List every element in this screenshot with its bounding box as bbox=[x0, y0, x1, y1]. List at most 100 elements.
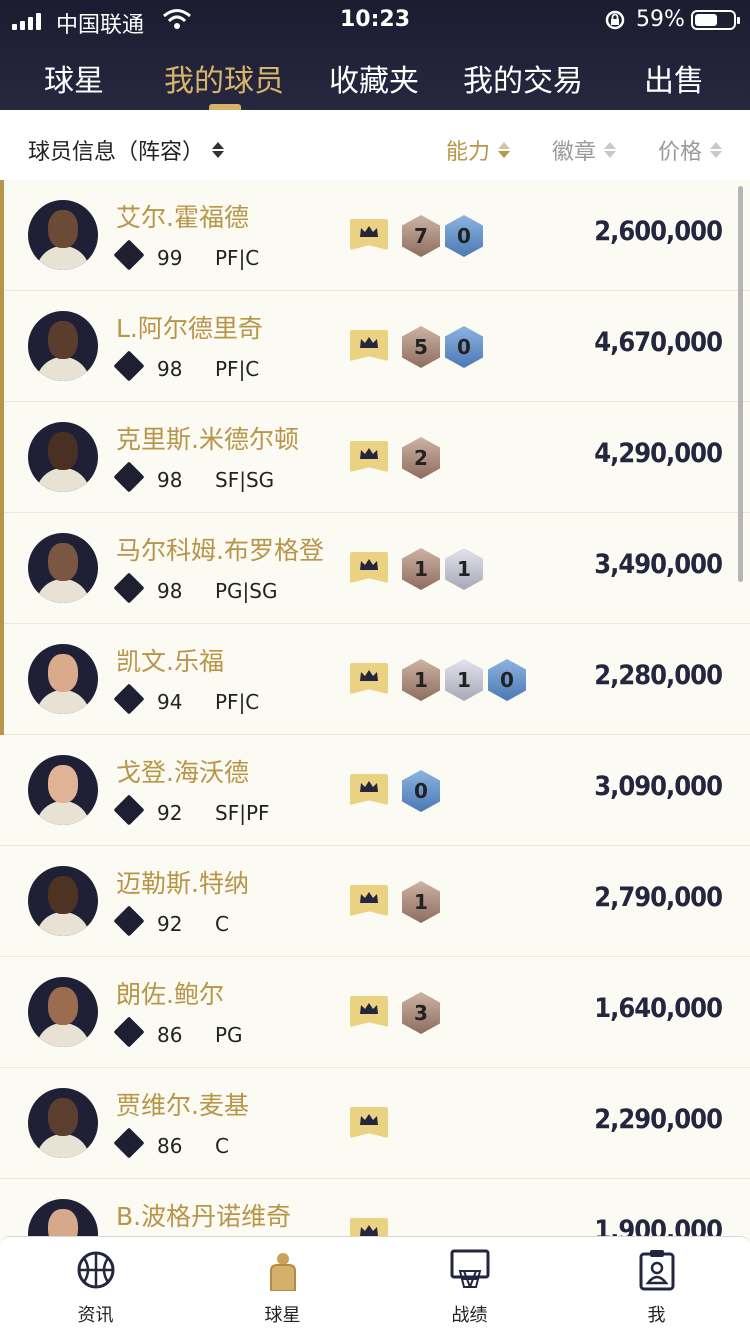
sort-arrows-icon bbox=[498, 142, 511, 158]
player-price: 1,640,000 bbox=[594, 993, 723, 1024]
player-name: 凯文.乐福 bbox=[116, 647, 224, 676]
player-rating: 98 bbox=[157, 468, 183, 492]
player-avatar bbox=[28, 1199, 98, 1236]
badge-blue: 0 bbox=[445, 215, 483, 257]
tab-stars[interactable]: 球星 bbox=[44, 56, 104, 100]
player-avatar bbox=[28, 644, 98, 714]
player-price: 2,790,000 bbox=[594, 882, 723, 913]
ability-icon bbox=[113, 1127, 145, 1159]
player-price: 3,090,000 bbox=[594, 771, 723, 802]
player-price: 3,490,000 bbox=[594, 549, 723, 580]
nav-stars-label: 球星 bbox=[264, 1305, 301, 1326]
sort-header: 球员信息（阵容） 能力 徽章 价格 bbox=[0, 110, 750, 182]
player-price: 4,670,000 bbox=[594, 327, 723, 358]
clipboard-user-icon bbox=[639, 1250, 675, 1291]
player-row[interactable]: B.波格丹诺维奇 1,900,000 bbox=[0, 1179, 750, 1236]
tab-favorites[interactable]: 收藏夹 bbox=[329, 56, 419, 100]
player-name: 克里斯.米德尔顿 bbox=[116, 425, 299, 454]
player-avatar bbox=[28, 977, 98, 1047]
player-row[interactable]: L.阿尔德里奇 98 PF|C 5 0 4,670,000 bbox=[0, 291, 750, 402]
player-avatar bbox=[28, 755, 98, 825]
sort-badge-label: 徽章 bbox=[552, 140, 597, 165]
player-list[interactable]: 艾尔.霍福德 99 PF|C 7 0 2,600,000 L.阿尔德里奇 98 PF|C 5 0 4,… bbox=[0, 180, 750, 1236]
bottom-nav: 资讯 球星 战绩 我 bbox=[0, 1236, 750, 1334]
hoop-icon bbox=[450, 1249, 490, 1288]
badge-bronze: 2 bbox=[402, 437, 440, 479]
tab-my-players[interactable]: 我的球员 bbox=[164, 56, 284, 100]
crown-icon bbox=[350, 441, 388, 472]
player-position: PF|C bbox=[215, 246, 260, 270]
player-row[interactable]: 迈勒斯.特纳 92 C 1 2,790,000 bbox=[0, 846, 750, 957]
sort-player-info[interactable]: 球员信息（阵容） bbox=[28, 134, 225, 166]
crown-icon bbox=[350, 1107, 388, 1138]
badge-bronze: 5 bbox=[402, 326, 440, 368]
nav-record-label: 战绩 bbox=[451, 1305, 488, 1326]
crown-icon bbox=[350, 330, 388, 361]
ability-icon bbox=[113, 461, 145, 493]
nav-record[interactable]: 战绩 bbox=[376, 1237, 563, 1334]
crown-icon bbox=[350, 1218, 388, 1236]
player-row[interactable]: 戈登.海沃德 92 SF|PF 0 3,090,000 bbox=[0, 735, 750, 846]
player-rating: 92 bbox=[157, 912, 183, 936]
status-bar: 中国联通 10:23 59% bbox=[0, 0, 750, 40]
player-avatar bbox=[28, 311, 98, 381]
sort-ability[interactable]: 能力 bbox=[446, 134, 511, 166]
tab-sell[interactable]: 出售 bbox=[644, 56, 704, 100]
player-name: 贾维尔.麦基 bbox=[116, 1091, 249, 1120]
player-avatar bbox=[28, 866, 98, 936]
player-rating: 98 bbox=[157, 579, 183, 603]
player-row[interactable]: 马尔科姆.布罗格登 98 PG|SG 1 1 3,490,000 bbox=[0, 513, 750, 624]
sort-arrows-icon bbox=[604, 142, 617, 158]
ability-icon bbox=[113, 572, 145, 604]
badge-bronze: 1 bbox=[402, 548, 440, 590]
nav-me[interactable]: 我 bbox=[563, 1237, 750, 1334]
tab-my-trades[interactable]: 我的交易 bbox=[463, 56, 583, 100]
nav-news[interactable]: 资讯 bbox=[2, 1237, 189, 1334]
nav-me-label: 我 bbox=[647, 1305, 666, 1326]
badge-blue: 0 bbox=[488, 659, 526, 701]
sort-arrows-icon bbox=[212, 142, 225, 158]
player-position: PG|SG bbox=[215, 579, 278, 603]
player-name: 朗佐.鲍尔 bbox=[116, 980, 224, 1009]
player-row[interactable]: 朗佐.鲍尔 86 PG 3 1,640,000 bbox=[0, 957, 750, 1068]
badge-blue: 0 bbox=[402, 770, 440, 812]
crown-icon bbox=[350, 996, 388, 1027]
player-price: 4,290,000 bbox=[594, 438, 723, 469]
crown-icon bbox=[350, 663, 388, 694]
badge-silver: 1 bbox=[445, 659, 483, 701]
sort-ability-label: 能力 bbox=[446, 140, 491, 165]
player-rating: 86 bbox=[157, 1023, 183, 1047]
player-name: 艾尔.霍福德 bbox=[116, 203, 249, 232]
player-row[interactable]: 克里斯.米德尔顿 98 SF|SG 2 4,290,000 bbox=[0, 402, 750, 513]
battery-percent: 59% bbox=[636, 7, 685, 32]
badge-bronze: 7 bbox=[402, 215, 440, 257]
nav-news-label: 资讯 bbox=[77, 1305, 114, 1326]
nav-stars[interactable]: 球星 bbox=[189, 1237, 376, 1334]
top-tabs: 球星 我的球员 收藏夹 我的交易 出售 bbox=[0, 50, 750, 110]
player-position: SF|PF bbox=[215, 801, 270, 825]
crown-icon bbox=[350, 552, 388, 583]
player-avatar bbox=[28, 1088, 98, 1158]
crown-icon bbox=[350, 219, 388, 250]
badge-bronze: 3 bbox=[402, 992, 440, 1034]
ability-icon bbox=[113, 794, 145, 826]
basketball-icon bbox=[77, 1251, 115, 1289]
player-position: SF|SG bbox=[215, 468, 275, 492]
player-rating: 94 bbox=[157, 690, 183, 714]
player-jersey-icon bbox=[270, 1253, 296, 1291]
player-row[interactable]: 艾尔.霍福德 99 PF|C 7 0 2,600,000 bbox=[0, 180, 750, 291]
player-name: B.波格丹诺维奇 bbox=[116, 1202, 292, 1231]
player-position: PG bbox=[215, 1023, 243, 1047]
player-price: 2,290,000 bbox=[594, 1104, 723, 1135]
scrollbar[interactable] bbox=[738, 186, 743, 582]
player-price: 2,280,000 bbox=[594, 660, 723, 691]
player-avatar bbox=[28, 533, 98, 603]
sort-price[interactable]: 价格 bbox=[658, 134, 723, 166]
sort-badge[interactable]: 徽章 bbox=[552, 134, 617, 166]
player-row[interactable]: 凯文.乐福 94 PF|C 1 1 0 2,280,000 bbox=[0, 624, 750, 735]
crown-icon bbox=[350, 885, 388, 916]
badge-silver: 1 bbox=[445, 548, 483, 590]
battery-icon bbox=[691, 10, 740, 30]
player-row[interactable]: 贾维尔.麦基 86 C 2,290,000 bbox=[0, 1068, 750, 1179]
crown-icon bbox=[350, 774, 388, 805]
